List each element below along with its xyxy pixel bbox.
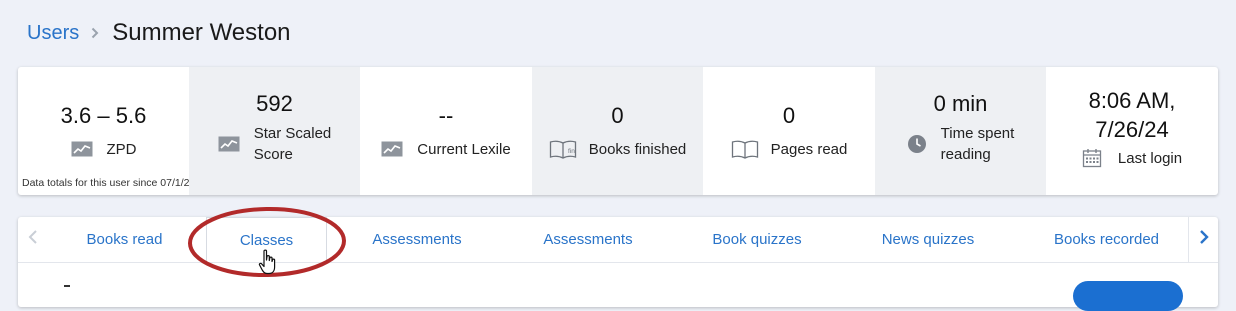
stat-current-lexile: -- Current Lexile [360,67,532,195]
time-spent-label-2: reading [940,146,991,163]
tab-book-quizzes[interactable]: Book quizzes [692,217,822,262]
action-button[interactable] [1073,281,1183,311]
stat-books-finished: 0 fin Books finished [532,67,703,195]
pages-read-value: 0 [782,102,796,128]
partial-content-mark [64,285,70,287]
zpd-label: ZPD [106,140,137,158]
stats-card: 3.6 – 5.6 ZPD Data totals for this user … [18,67,1218,195]
last-login-date: 7/26/24 [1095,116,1169,142]
stat-last-login: 8:06 AM, 7/26/24 Last login [1046,67,1218,195]
scroll-right-button[interactable] [1188,217,1219,262]
breadcrumb-users-link[interactable]: Users [27,22,79,45]
data-totals-note: Data totals for this user since 07/1/202… [22,177,208,189]
clock-icon [907,134,927,154]
last-login-time: 8:06 AM, [1088,87,1176,113]
stat-pages-read: 0 Pages read [703,67,875,195]
line-chart-icon [381,141,403,157]
books-finished-label: Books finished [588,140,687,158]
book-fin-icon: fin [549,139,577,159]
stat-time-spent: 0 min Time spent reading [875,67,1046,195]
tab-news-quizzes[interactable]: News quizzes [863,217,993,262]
tabs-card: Books read Classes Assessments Assessmen… [18,217,1218,307]
lexile-value: -- [438,102,454,128]
breadcrumb: Users Summer Weston [27,16,291,50]
star-score-label-1: Star Scaled [253,125,332,142]
tab-strip: Books read Classes Assessments Assessmen… [18,217,1218,263]
books-finished-value: 0 [611,102,624,128]
line-chart-icon [218,136,240,152]
tab-classes[interactable]: Classes [206,217,327,262]
time-spent-label-1: Time spent [940,125,1015,142]
tab-assessments-2[interactable]: Assessments [518,217,658,262]
tab-books-recorded[interactable]: Books recorded [1034,217,1179,262]
open-book-icon [731,139,759,159]
stat-zpd: 3.6 – 5.6 ZPD Data totals for this user … [18,67,207,195]
last-login-label: Last login [1117,149,1183,167]
scroll-left-button[interactable] [18,217,48,262]
line-chart-icon [71,141,93,157]
lexile-label: Current Lexile [417,140,511,158]
star-score-label-2: Score [253,146,293,163]
stat-star-scaled-score: 592 Star Scaled Score [189,67,360,195]
star-score-value: 592 [256,91,293,116]
tab-books-read[interactable]: Books read [58,217,191,262]
zpd-value: 3.6 – 5.6 [60,102,147,128]
chevron-left-icon [28,229,38,250]
page-title: Summer Weston [112,19,291,46]
time-spent-value: 0 min [933,91,988,116]
svg-text:fin: fin [568,148,575,155]
pages-read-label: Pages read [770,140,848,158]
chevron-right-icon [90,16,100,50]
chevron-right-icon [1199,229,1209,250]
calendar-icon [1082,148,1102,168]
tab-assessments[interactable]: Assessments [347,217,487,262]
